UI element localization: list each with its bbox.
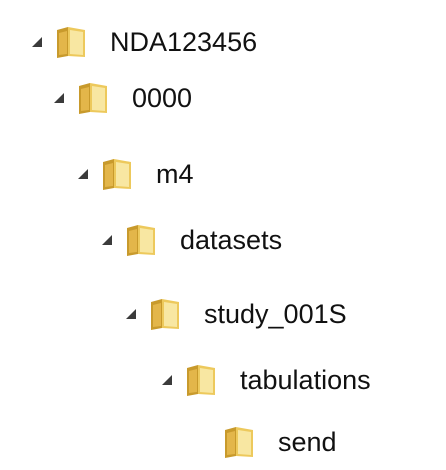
folder-icon: [222, 424, 256, 460]
expanded-triangle-icon[interactable]: [160, 373, 174, 387]
folder-icon: [148, 296, 182, 332]
tree-node-datasets[interactable]: datasets: [100, 220, 282, 260]
tree-node-tabulations[interactable]: tabulations: [160, 360, 371, 400]
tree-node-send[interactable]: send: [198, 422, 337, 462]
expanded-triangle-icon[interactable]: [76, 167, 90, 181]
tree-node-m4[interactable]: m4: [76, 154, 194, 194]
tree-node-0000[interactable]: 0000: [52, 78, 192, 118]
folder-icon: [76, 80, 110, 116]
expanded-triangle-icon[interactable]: [124, 307, 138, 321]
folder-icon: [124, 222, 158, 258]
folder-icon: [54, 24, 88, 60]
expanded-triangle-icon[interactable]: [100, 233, 114, 247]
folder-icon: [100, 156, 134, 192]
tree-node-label: send: [278, 427, 337, 457]
tree-node-label: 0000: [132, 83, 193, 113]
folder-icon: [184, 362, 218, 398]
expanded-triangle-icon[interactable]: [52, 91, 66, 105]
tree-node-label: tabulations: [240, 365, 371, 395]
tree-node-label: datasets: [180, 225, 283, 255]
expanded-triangle-icon[interactable]: [30, 35, 44, 49]
tree-node-label: m4: [156, 159, 194, 189]
tree-node-nda123456[interactable]: NDA123456: [30, 22, 257, 62]
folder-tree: NDA123456 0000 m4 datasets study_001S ta…: [0, 0, 446, 470]
tree-node-label: study_001S: [204, 299, 347, 329]
tree-node-label: NDA123456: [110, 27, 258, 57]
tree-node-study-001s[interactable]: study_001S: [124, 294, 347, 334]
